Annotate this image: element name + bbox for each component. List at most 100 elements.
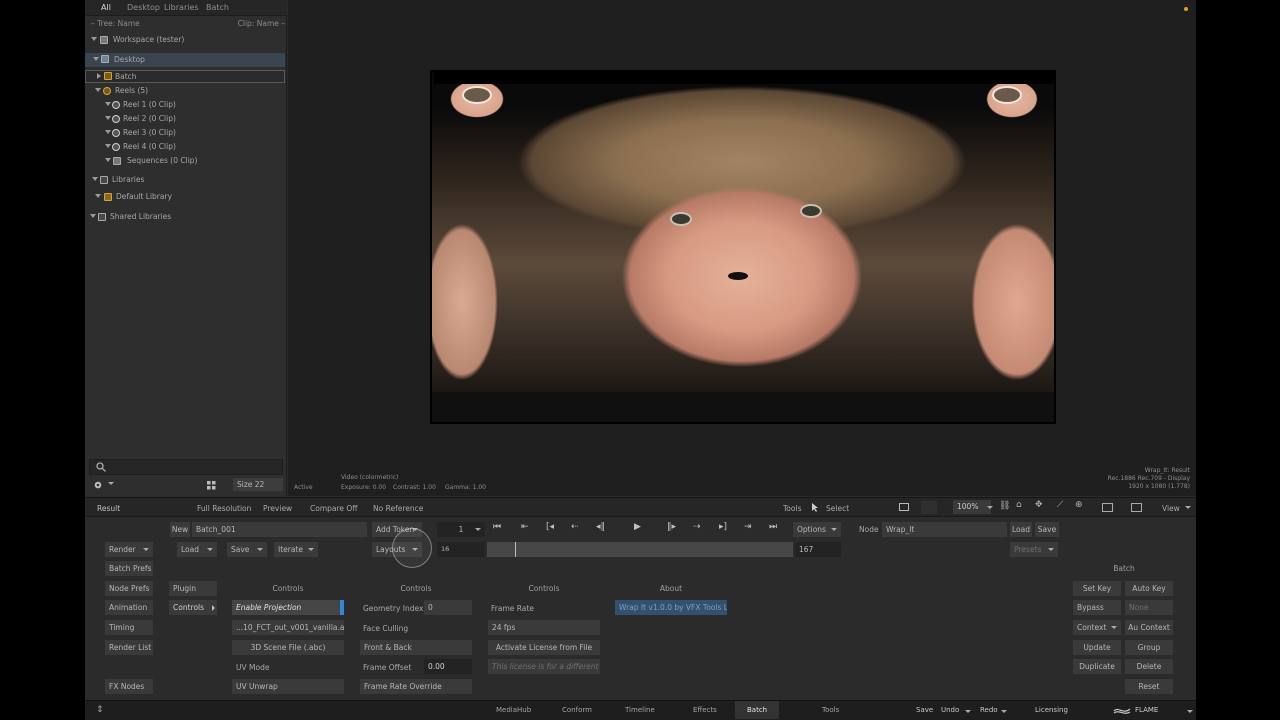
expand-arrow-icon[interactable] — [92, 177, 98, 181]
tab-libraries[interactable]: Libraries — [164, 3, 199, 12]
geometry-index-field[interactable]: 0 — [424, 600, 472, 615]
expand-arrow-icon[interactable] — [105, 130, 111, 134]
uv-unwrap-dropdown[interactable]: UV Unwrap — [232, 679, 344, 694]
chevron-down-icon[interactable] — [1187, 710, 1193, 713]
node-name-field[interactable]: Wrap_It — [882, 522, 1007, 537]
duplicate-button[interactable]: Duplicate — [1073, 659, 1121, 674]
licensing-button[interactable]: Licensing — [1035, 706, 1068, 714]
node-save-button[interactable]: Save — [1035, 522, 1059, 537]
tree-item-shared-libraries[interactable]: Shared Libraries — [85, 212, 285, 224]
context-dropdown[interactable]: Context — [1073, 620, 1121, 635]
prev-mark-icon[interactable]: ⇠ — [571, 522, 579, 532]
chevron-down-icon[interactable] — [1001, 710, 1007, 713]
tab-timeline[interactable]: Timeline — [625, 706, 655, 714]
play-icon[interactable]: ▶ — [634, 522, 641, 532]
au-context-button[interactable]: Au Context — [1125, 620, 1173, 635]
update-button[interactable]: Update — [1073, 640, 1121, 655]
timing-button[interactable]: Timing — [105, 620, 153, 635]
redo-button[interactable]: Redo — [980, 706, 998, 714]
tab-mediahub[interactable]: MediaHub — [496, 706, 531, 714]
frame-icon[interactable] — [899, 503, 909, 511]
tree-item-sequences[interactable]: Sequences (0 Clip) — [85, 156, 285, 168]
tree-item-reel-1[interactable]: Reel 1 (0 Clip) — [85, 100, 285, 112]
options-dropdown[interactable]: Options — [793, 522, 841, 537]
picker-icon[interactable]: ⟋ — [1057, 500, 1063, 510]
expand-arrow-icon[interactable] — [95, 88, 101, 92]
expand-arrow-icon[interactable] — [90, 214, 96, 218]
timeline-scrubber[interactable] — [487, 542, 793, 557]
tab-effects[interactable]: Effects — [693, 706, 717, 714]
frame-rate-dropdown[interactable]: 24 fps — [488, 620, 600, 635]
undo-button[interactable]: Undo — [941, 706, 959, 714]
node-prefs-button[interactable]: Node Prefs — [105, 581, 153, 596]
animation-button[interactable]: Animation — [105, 600, 153, 615]
next-mark-icon[interactable]: ⇢ — [693, 522, 701, 532]
tree-item-default-library[interactable]: Default Library — [85, 192, 285, 204]
zoom-field[interactable]: 100% — [953, 500, 991, 514]
tab-desktop[interactable]: Desktop — [127, 3, 160, 12]
tree-item-batch[interactable]: Batch — [85, 70, 285, 83]
file-path-field[interactable]: ...10_FCT_out_v001_vanilla.abc — [232, 620, 344, 635]
tab-all[interactable]: All — [101, 3, 111, 12]
tab-conform[interactable]: Conform — [562, 706, 592, 714]
node-load-button[interactable]: Load — [1010, 522, 1032, 537]
tree-item-libraries[interactable]: Libraries — [85, 175, 285, 187]
enable-projection-toggle[interactable]: Enable Projection — [232, 600, 344, 615]
chevron-down-icon[interactable] — [987, 506, 993, 509]
viewer-image[interactable] — [430, 70, 1056, 424]
chevron-down-icon[interactable] — [108, 482, 114, 485]
layout-icon[interactable] — [1102, 503, 1113, 512]
end-frame-field[interactable]: 167 — [795, 542, 841, 557]
tree-item-desktop[interactable]: Desktop — [85, 53, 285, 67]
scene-file-button[interactable]: 3D Scene File (.abc) — [232, 640, 344, 655]
expand-arrow-icon[interactable] — [91, 37, 97, 41]
select-arrow-icon[interactable] — [811, 503, 819, 513]
iterate-dropdown[interactable]: Iterate — [274, 542, 318, 557]
tree-item-reel-2[interactable]: Reel 2 (0 Clip) — [85, 114, 285, 126]
auto-key-button[interactable]: Auto Key — [1125, 581, 1173, 596]
tree-item-reel-3[interactable]: Reel 3 (0 Clip) — [85, 128, 285, 140]
mark-in-icon[interactable]: [◂ — [546, 522, 554, 532]
prev-frame-icon[interactable]: ◂‖ — [596, 522, 605, 532]
next-key-icon[interactable]: ⇥ — [744, 522, 752, 532]
render-list-button[interactable]: Render List — [105, 640, 153, 655]
reset-button[interactable]: Reset — [1125, 679, 1173, 694]
expand-toggle-icon[interactable]: ⇕ — [96, 705, 104, 715]
fx-nodes-button[interactable]: FX Nodes — [105, 679, 153, 694]
expand-arrow-icon[interactable] — [105, 144, 111, 148]
load-dropdown[interactable]: Load — [177, 542, 217, 557]
presets-dropdown[interactable]: Presets — [1010, 542, 1058, 557]
view-menu[interactable]: View — [1162, 504, 1180, 513]
playhead[interactable] — [515, 542, 516, 557]
preview-button[interactable]: Preview — [263, 504, 292, 513]
save-dropdown[interactable]: Save — [227, 542, 267, 557]
compare-selector[interactable]: Compare Off — [310, 504, 357, 513]
collapse-arrow-icon[interactable] — [97, 73, 101, 79]
frame-field[interactable]: 1 — [437, 522, 485, 537]
clip-sort-label[interactable]: Clip: Name – — [238, 19, 285, 28]
controls-tab[interactable]: Controls — [169, 600, 217, 615]
frame-offset-field[interactable]: 0.00 — [424, 659, 472, 674]
globe-icon[interactable]: ⊕ — [1075, 500, 1083, 510]
render-dropdown[interactable]: Render — [105, 542, 153, 557]
delete-button[interactable]: Delete — [1125, 659, 1173, 674]
tab-batch[interactable]: Batch — [206, 3, 229, 12]
select-tool-label[interactable]: Select — [826, 504, 849, 513]
tree-item-workspace[interactable]: Workspace (tester) — [85, 35, 285, 47]
set-key-button[interactable]: Set Key — [1073, 581, 1121, 596]
link-icon[interactable]: ⛓ — [999, 501, 1010, 511]
reference-selector[interactable]: No Reference — [373, 504, 423, 513]
bypass-value-field[interactable]: None — [1125, 600, 1173, 615]
batch-name-field[interactable]: Batch_001 — [192, 522, 367, 537]
result-view-selector[interactable]: Result — [97, 504, 120, 513]
chevron-down-icon[interactable] — [1185, 506, 1191, 509]
tree-item-reel-4[interactable]: Reel 4 (0 Clip) — [85, 142, 285, 154]
activate-license-button[interactable]: Activate License from File — [488, 640, 600, 655]
new-button[interactable]: New — [170, 522, 190, 537]
group-button[interactable]: Group — [1125, 640, 1173, 655]
batch-prefs-button[interactable]: Batch Prefs — [105, 561, 153, 576]
start-frame-field[interactable]: 16 — [437, 542, 485, 557]
gear-icon[interactable] — [93, 480, 103, 490]
tab-batch[interactable]: Batch — [735, 701, 780, 719]
expand-arrow-icon[interactable] — [93, 57, 99, 61]
